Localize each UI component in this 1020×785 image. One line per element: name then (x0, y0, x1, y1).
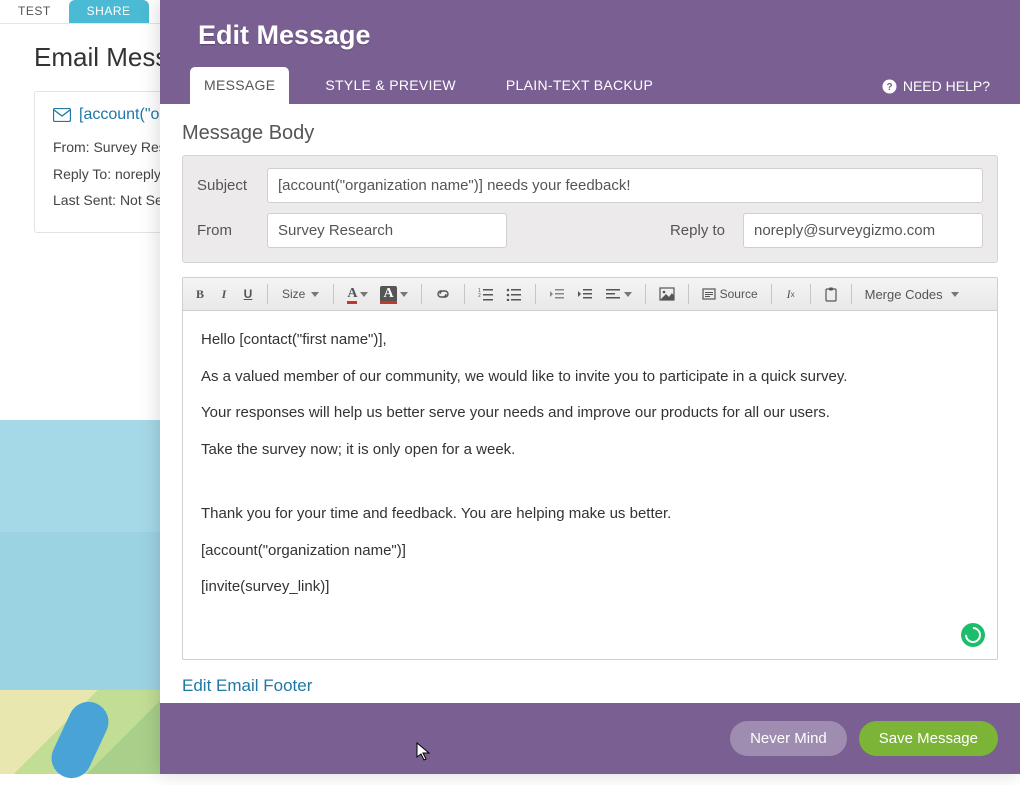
svg-text:2: 2 (478, 293, 481, 299)
chevron-down-icon (311, 292, 319, 297)
nav-tab-test[interactable]: TEST (0, 0, 69, 23)
modal-help-link[interactable]: ? NEED HELP? (882, 78, 990, 94)
nav-tab-share[interactable]: SHARE (69, 0, 149, 23)
edit-email-footer-link[interactable]: Edit Email Footer (182, 676, 312, 696)
chevron-down-icon (400, 292, 408, 297)
editor-line: Your responses will help us better serve… (201, 402, 979, 425)
indent-button[interactable] (572, 282, 598, 306)
from-label: From (197, 222, 253, 239)
text-color-button[interactable]: A (342, 282, 373, 306)
subject-input[interactable] (267, 168, 983, 203)
reply-to-input[interactable] (743, 213, 983, 248)
editor-toolbar: B I U Size A A (183, 278, 997, 311)
editor-line: As a valued member of our community, we … (201, 366, 979, 389)
section-label: Message Body (182, 122, 998, 145)
unordered-list-icon (506, 287, 522, 301)
align-left-icon (605, 287, 621, 301)
editor-line: [account("organization name")] (201, 540, 979, 563)
image-button[interactable] (654, 282, 680, 306)
tab-style-preview[interactable]: STYLE & PREVIEW (311, 67, 470, 104)
modal-help-text: NEED HELP? (903, 78, 990, 94)
message-card-title-text: [account("o (79, 106, 159, 124)
clipboard-icon (824, 287, 838, 302)
edit-message-modal: Edit Message MESSAGE STYLE & PREVIEW PLA… (160, 0, 1020, 774)
font-size-dropdown[interactable]: Size (276, 282, 325, 306)
unordered-list-button[interactable] (501, 282, 527, 306)
envelope-icon (53, 108, 71, 122)
indent-icon (577, 287, 593, 301)
link-icon (435, 287, 451, 301)
underline-button[interactable]: U (237, 282, 259, 306)
grammarly-icon[interactable] (961, 623, 985, 647)
chevron-down-icon (624, 292, 632, 297)
chevron-down-icon (360, 292, 368, 297)
editor-line: Hello [contact("first name")], (201, 329, 979, 352)
editor-line: [invite(survey_link)] (201, 576, 979, 599)
editor-line: Thank you for your time and feedback. Yo… (201, 503, 979, 526)
reply-to-label: Reply to (670, 222, 729, 239)
message-header-form: Subject From Reply to (182, 155, 998, 263)
source-label: Source (720, 287, 758, 301)
link-button[interactable] (430, 282, 456, 306)
align-dropdown[interactable] (600, 282, 637, 306)
editor-body[interactable]: Hello [contact("first name")], As a valu… (183, 311, 997, 659)
modal-header: Edit Message MESSAGE STYLE & PREVIEW PLA… (160, 0, 1020, 104)
source-button[interactable]: Source (697, 282, 763, 306)
save-button[interactable]: Save Message (859, 721, 998, 756)
outdent-icon (549, 287, 565, 301)
outdent-button[interactable] (544, 282, 570, 306)
ordered-list-icon: 12 (478, 287, 494, 301)
background-color-button[interactable]: A (375, 282, 412, 306)
tab-message[interactable]: MESSAGE (190, 67, 289, 104)
modal-body: Message Body Subject From Reply to B I U… (160, 104, 1020, 703)
merge-codes-dropdown[interactable]: Merge Codes (860, 282, 964, 306)
modal-tabs: MESSAGE STYLE & PREVIEW PLAIN-TEXT BACKU… (190, 67, 990, 104)
font-size-label: Size (282, 287, 305, 301)
merge-codes-label: Merge Codes (865, 287, 943, 302)
modal-title: Edit Message (198, 20, 990, 51)
cancel-button[interactable]: Never Mind (730, 721, 847, 756)
remove-format-button[interactable]: Ix (780, 282, 802, 306)
source-icon (702, 287, 716, 301)
subject-label: Subject (197, 177, 253, 194)
image-icon (659, 287, 675, 301)
chevron-down-icon (951, 292, 959, 297)
paste-button[interactable] (819, 282, 843, 306)
editor-blank-line (201, 475, 979, 503)
svg-text:?: ? (886, 82, 892, 93)
italic-button[interactable]: I (213, 282, 235, 306)
rich-text-editor: B I U Size A A (182, 277, 998, 660)
help-icon: ? (882, 79, 897, 94)
modal-footer: Never Mind Save Message (160, 703, 1020, 774)
bold-button[interactable]: B (189, 282, 211, 306)
ordered-list-button[interactable]: 12 (473, 282, 499, 306)
editor-line: Take the survey now; it is only open for… (201, 439, 979, 462)
tab-plain-text-backup[interactable]: PLAIN-TEXT BACKUP (492, 67, 667, 104)
from-input[interactable] (267, 213, 507, 248)
decorative-preview-band (0, 420, 160, 700)
